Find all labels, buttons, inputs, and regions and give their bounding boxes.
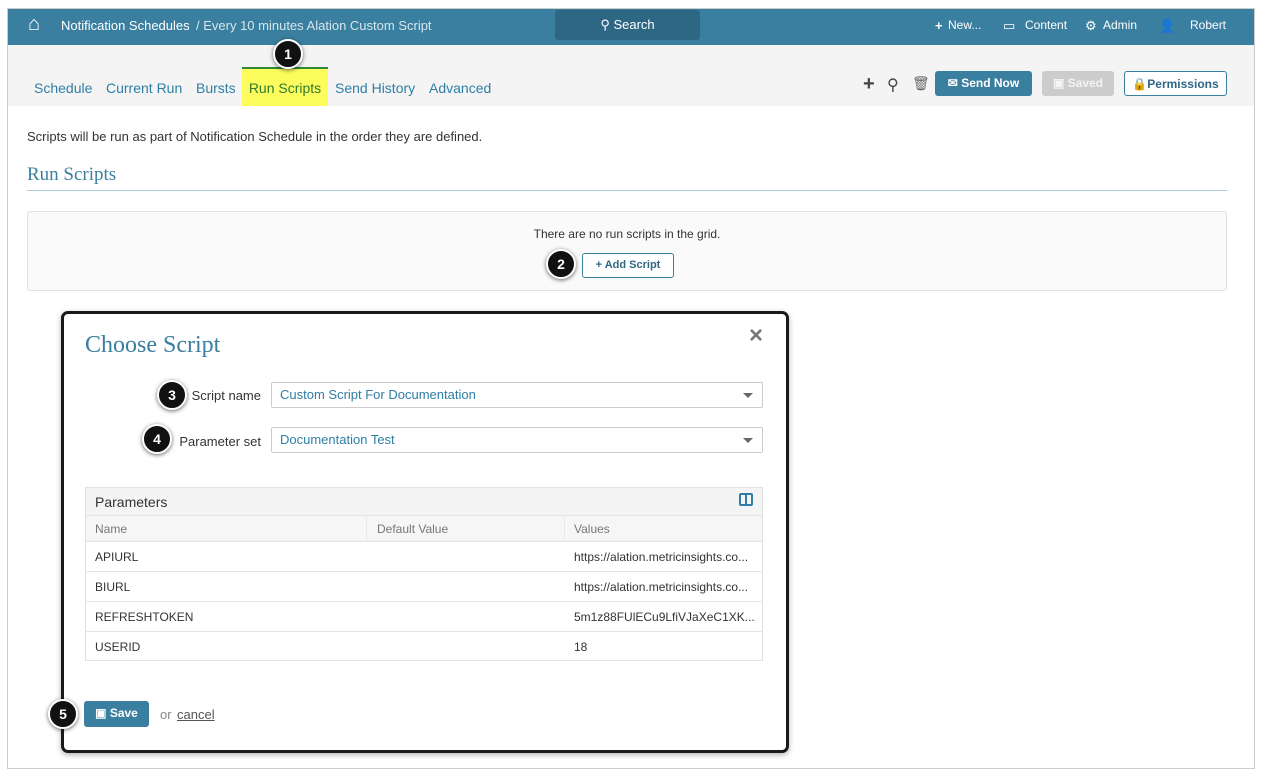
search-button[interactable]: ⚲ Search — [555, 10, 700, 40]
table-row: REFRESHTOKEN 5m1z88FUlECu9LfiVJaXeC1XK... — [85, 602, 763, 632]
save-button[interactable]: ▣ Save — [84, 701, 149, 727]
or-text: or — [160, 707, 172, 722]
tab-send-history[interactable]: Send History — [335, 80, 415, 96]
callout-1: 1 — [273, 39, 303, 69]
envelope-icon: ✉ — [947, 76, 962, 90]
table-row: BIURL https://alation.metricinsights.co..… — [85, 572, 763, 602]
home-icon[interactable]: ⌂ — [28, 13, 40, 36]
folder-icon: ▭ — [1003, 18, 1016, 33]
tab-bursts[interactable]: Bursts — [196, 80, 236, 96]
plus-icon: + — [595, 259, 605, 271]
run-scripts-grid — [27, 211, 1227, 291]
new-menu[interactable]: New... — [948, 18, 981, 32]
search-icon[interactable]: ⚲ — [887, 75, 899, 95]
content-menu[interactable]: Content — [1025, 18, 1067, 32]
columns-icon[interactable] — [739, 493, 753, 506]
script-name-select[interactable]: Custom Script For Documentation — [271, 382, 763, 408]
save-icon: ▣ — [1052, 76, 1068, 90]
tab-run-scripts[interactable]: Run Scripts — [242, 67, 328, 106]
tab-current-run[interactable]: Current Run — [106, 80, 182, 96]
trash-icon[interactable]: 🗑 — [912, 75, 930, 92]
page-description: Scripts will be run as part of Notificat… — [27, 129, 483, 144]
lock-icon: 🔒 — [1132, 77, 1148, 91]
search-icon: ⚲ — [600, 17, 614, 32]
column-headers: Name Default Value Values — [86, 516, 762, 542]
callout-3: 3 — [157, 380, 187, 410]
permissions-button[interactable]: 🔒Permissions — [1124, 71, 1227, 96]
callout-4: 4 — [142, 424, 172, 454]
section-divider — [27, 190, 1227, 191]
user-menu[interactable]: Robert — [1190, 18, 1226, 32]
search-label: Search — [613, 17, 655, 32]
tab-schedule[interactable]: Schedule — [34, 80, 92, 96]
table-row: USERID 18 — [95, 640, 588, 654]
chevron-down-icon — [743, 393, 753, 398]
save-icon: ▣ — [95, 706, 110, 720]
parameters-title: Parameters — [95, 494, 168, 510]
modal-title: Choose Script — [85, 332, 221, 358]
gear-icon: ⚙ — [1085, 18, 1097, 33]
user-icon: 👤 — [1159, 18, 1176, 33]
plus-icon: + — [935, 18, 943, 33]
send-now-button[interactable]: ✉ Send Now — [935, 71, 1032, 96]
column-default-value[interactable]: Default Value — [366, 516, 448, 542]
parameters-header — [86, 488, 762, 516]
parameter-set-select[interactable]: Documentation Test — [271, 427, 763, 453]
column-name[interactable]: Name — [95, 516, 127, 542]
add-script-button[interactable]: + Add Script — [582, 253, 674, 278]
table-row: APIURL https://alation.metricinsights.co.… — [85, 542, 763, 572]
column-values[interactable]: Values — [564, 516, 610, 542]
chevron-down-icon — [743, 438, 753, 443]
admin-menu[interactable]: Admin — [1103, 18, 1137, 32]
section-title: Run Scripts — [27, 164, 117, 185]
add-icon[interactable]: + — [863, 73, 875, 96]
close-icon[interactable]: × — [749, 322, 763, 350]
saved-button: ▣ Saved — [1042, 71, 1114, 96]
tab-advanced[interactable]: Advanced — [429, 80, 491, 96]
empty-grid-message: There are no run scripts in the grid. — [533, 227, 721, 241]
callout-5: 5 — [48, 699, 78, 729]
callout-2: 2 — [546, 249, 576, 279]
breadcrumb-current: / Every 10 minutes Alation Custom Script — [196, 18, 432, 33]
cancel-link[interactable]: cancel — [177, 707, 215, 722]
breadcrumb-root[interactable]: Notification Schedules — [61, 18, 190, 33]
